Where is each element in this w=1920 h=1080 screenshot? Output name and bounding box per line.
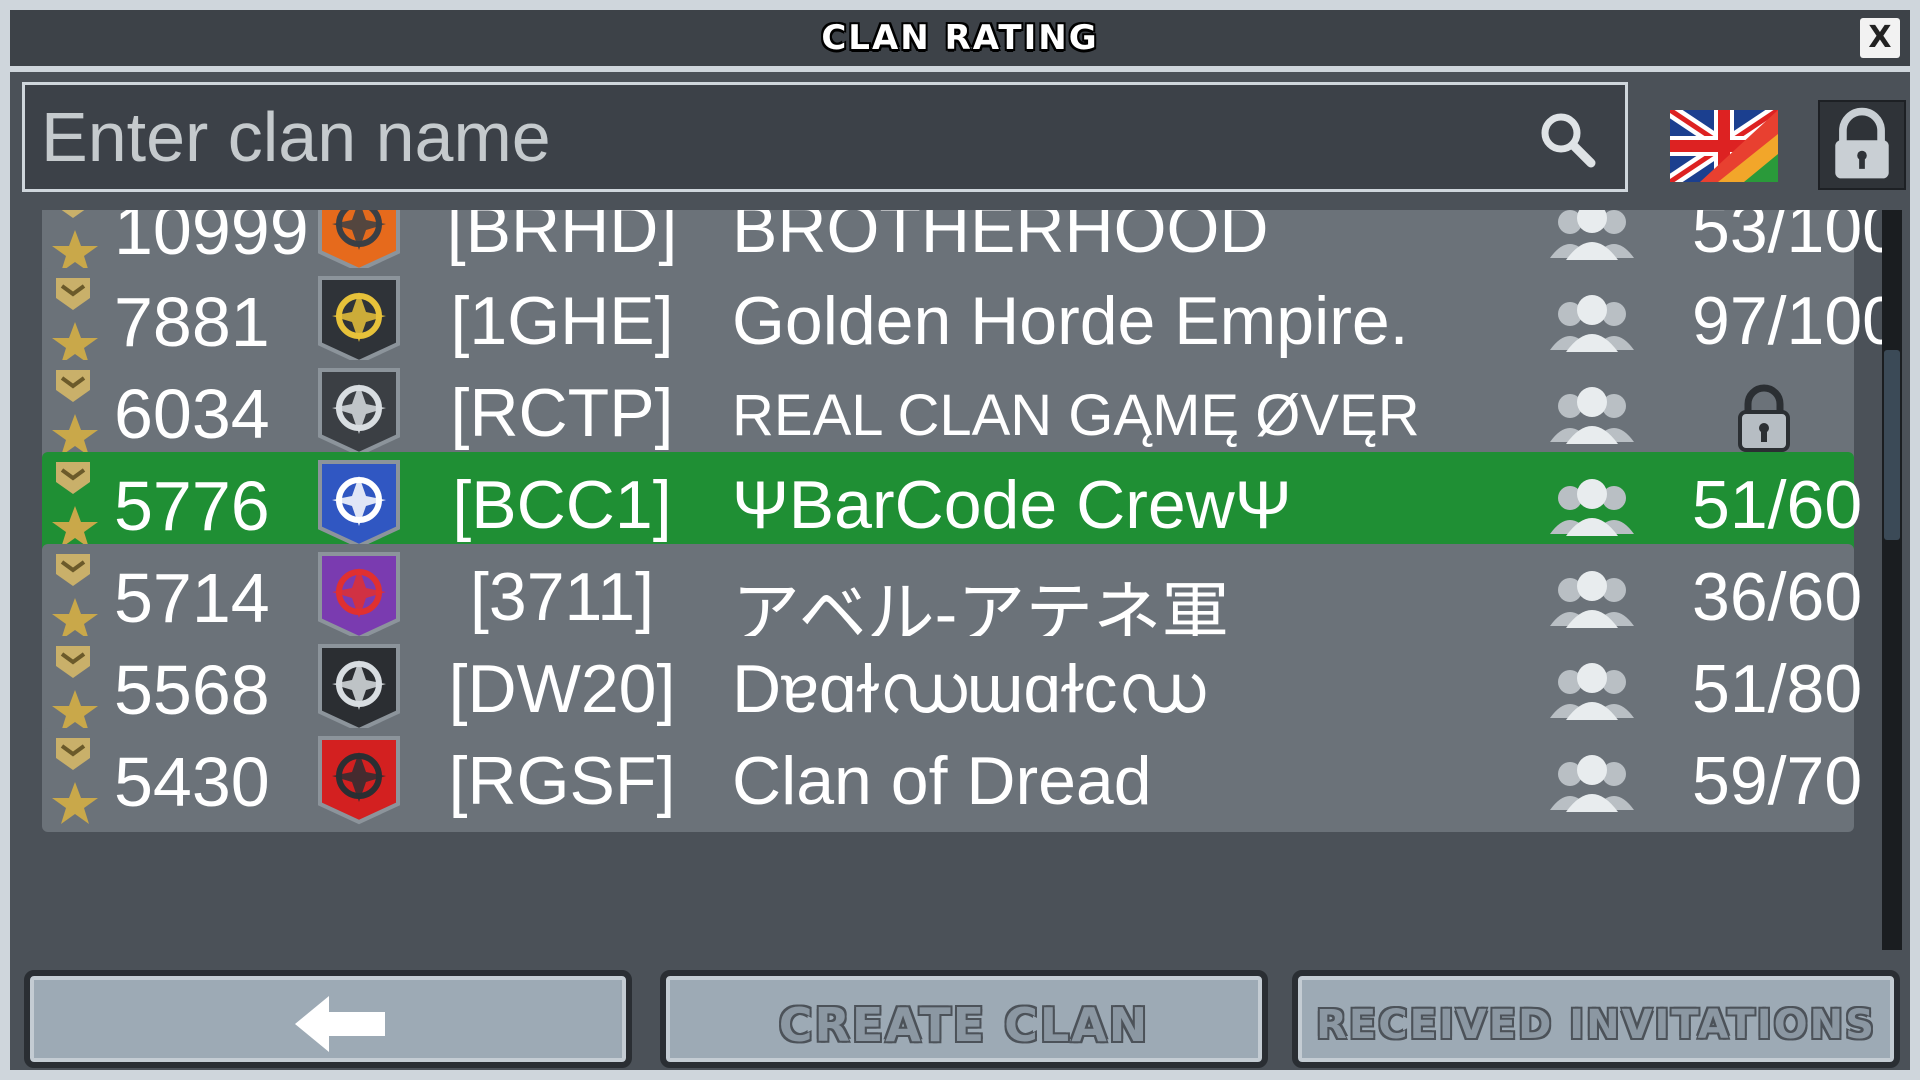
title-bar: CLAN RATING X: [10, 10, 1910, 72]
rank-star-icon: [52, 554, 98, 640]
clan-name: BROTHERHOOD: [732, 210, 1269, 267]
clan-name: REAL CLAN GĄMĘ ØVĘR: [732, 383, 1420, 448]
members-icon: [1550, 663, 1634, 720]
clan-row[interactable]: 7881 [1GHE] Golden Horde Empire. 97/100: [42, 268, 1900, 372]
clan-name: Golden Horde Empire.: [732, 283, 1409, 359]
create-clan-label: CREATE CLAN: [778, 998, 1150, 1052]
scrollbar-thumb[interactable]: [1884, 350, 1900, 540]
rank-star-icon: [52, 278, 98, 364]
members-icon: [1550, 479, 1634, 536]
clan-rank: 6034: [114, 375, 270, 453]
list-scrollbar[interactable]: [1882, 210, 1902, 950]
clan-tag: [3711]: [469, 559, 654, 635]
received-invitations-button[interactable]: RECEIVED INVITATIONS: [1292, 970, 1900, 1068]
clan-name: ΨBarCode CrewΨ: [732, 467, 1292, 543]
back-button[interactable]: [24, 970, 632, 1068]
clan-emblem-icon: [318, 368, 400, 457]
search-icon[interactable]: [1537, 109, 1597, 169]
clan-tag: [RGSF]: [448, 743, 676, 819]
members-icon: [1550, 755, 1634, 812]
received-invitations-label: RECEIVED INVITATIONS: [1316, 1002, 1876, 1048]
clan-emblem-icon: [318, 210, 400, 273]
uk-flag-icon[interactable]: [1670, 110, 1778, 182]
members-icon: [1550, 571, 1634, 628]
clan-list[interactable]: 10999 [BRHD] BROTHERHOOD 53/100 7881 [1G…: [22, 210, 1906, 950]
clan-rank: 5714: [114, 559, 270, 637]
lock-icon: [1738, 384, 1790, 452]
member-count: 51/80: [1692, 651, 1863, 727]
clan-name: Dɐɑɫഡɯɑɫϲഡ: [732, 651, 1206, 727]
clan-search-input[interactable]: [25, 85, 1525, 189]
member-count: 36/60: [1692, 559, 1863, 635]
member-count: 51/60: [1692, 467, 1863, 543]
clan-row[interactable]: 5776 [BCC1] ΨBarCode CrewΨ 51/60: [42, 452, 1862, 556]
clan-row[interactable]: 5568 [DW20] Dɐɑɫഡɯɑɫϲഡ 51/80: [42, 636, 1862, 740]
member-count: 59/70: [1692, 743, 1863, 819]
rank-star-icon: [52, 210, 98, 272]
members-icon: [1550, 387, 1634, 444]
clan-tag: [1GHE]: [450, 283, 674, 359]
members-icon: [1550, 210, 1634, 260]
clan-rank: 5568: [114, 651, 270, 729]
window-title: CLAN RATING: [821, 18, 1099, 58]
lock-icon: [1835, 107, 1889, 179]
clan-rank: 10999: [114, 210, 309, 269]
members-icon: [1550, 295, 1634, 352]
clan-name: Clan of Dread: [732, 743, 1152, 819]
clan-rank: 5776: [114, 467, 270, 545]
rank-star-icon: [52, 646, 98, 732]
clan-row[interactable]: 5430 [RGSF] Clan of Dread 59/70: [42, 728, 1862, 832]
back-arrow-icon: [295, 996, 385, 1052]
member-count: 97/100: [1692, 283, 1900, 359]
clan-rank: 5430: [114, 743, 270, 821]
search-bar: [22, 82, 1628, 192]
clan-emblem-icon: [318, 736, 400, 825]
private-filter-button[interactable]: [1818, 100, 1906, 190]
rank-star-icon: [52, 738, 98, 824]
clan-rank: 7881: [114, 283, 270, 361]
clan-tag: [DW20]: [448, 651, 676, 727]
rank-star-icon: [52, 462, 98, 548]
rank-star-icon: [52, 370, 98, 456]
clan-emblem-icon: [318, 552, 400, 641]
clan-emblem-icon: [318, 276, 400, 365]
clan-tag: [BRHD]: [446, 210, 678, 267]
clan-emblem-icon: [318, 460, 400, 549]
close-button[interactable]: X: [1860, 18, 1900, 58]
clan-tag: [BCC1]: [452, 467, 672, 543]
clan-tag: [RCTP]: [450, 375, 674, 451]
create-clan-button[interactable]: CREATE CLAN: [660, 970, 1268, 1068]
clan-emblem-icon: [318, 644, 400, 733]
clan-rating-window: CLAN RATING X Enter clan name 10999 [BRH…: [0, 0, 1920, 1080]
member-count: 53/100: [1692, 210, 1900, 267]
clan-row[interactable]: 6034 [RCTP] REAL CLAN GĄMĘ ØVĘR: [42, 360, 1854, 464]
clan-row[interactable]: 5714 [3711] アベル-アテネ軍 36/60: [42, 544, 1862, 652]
